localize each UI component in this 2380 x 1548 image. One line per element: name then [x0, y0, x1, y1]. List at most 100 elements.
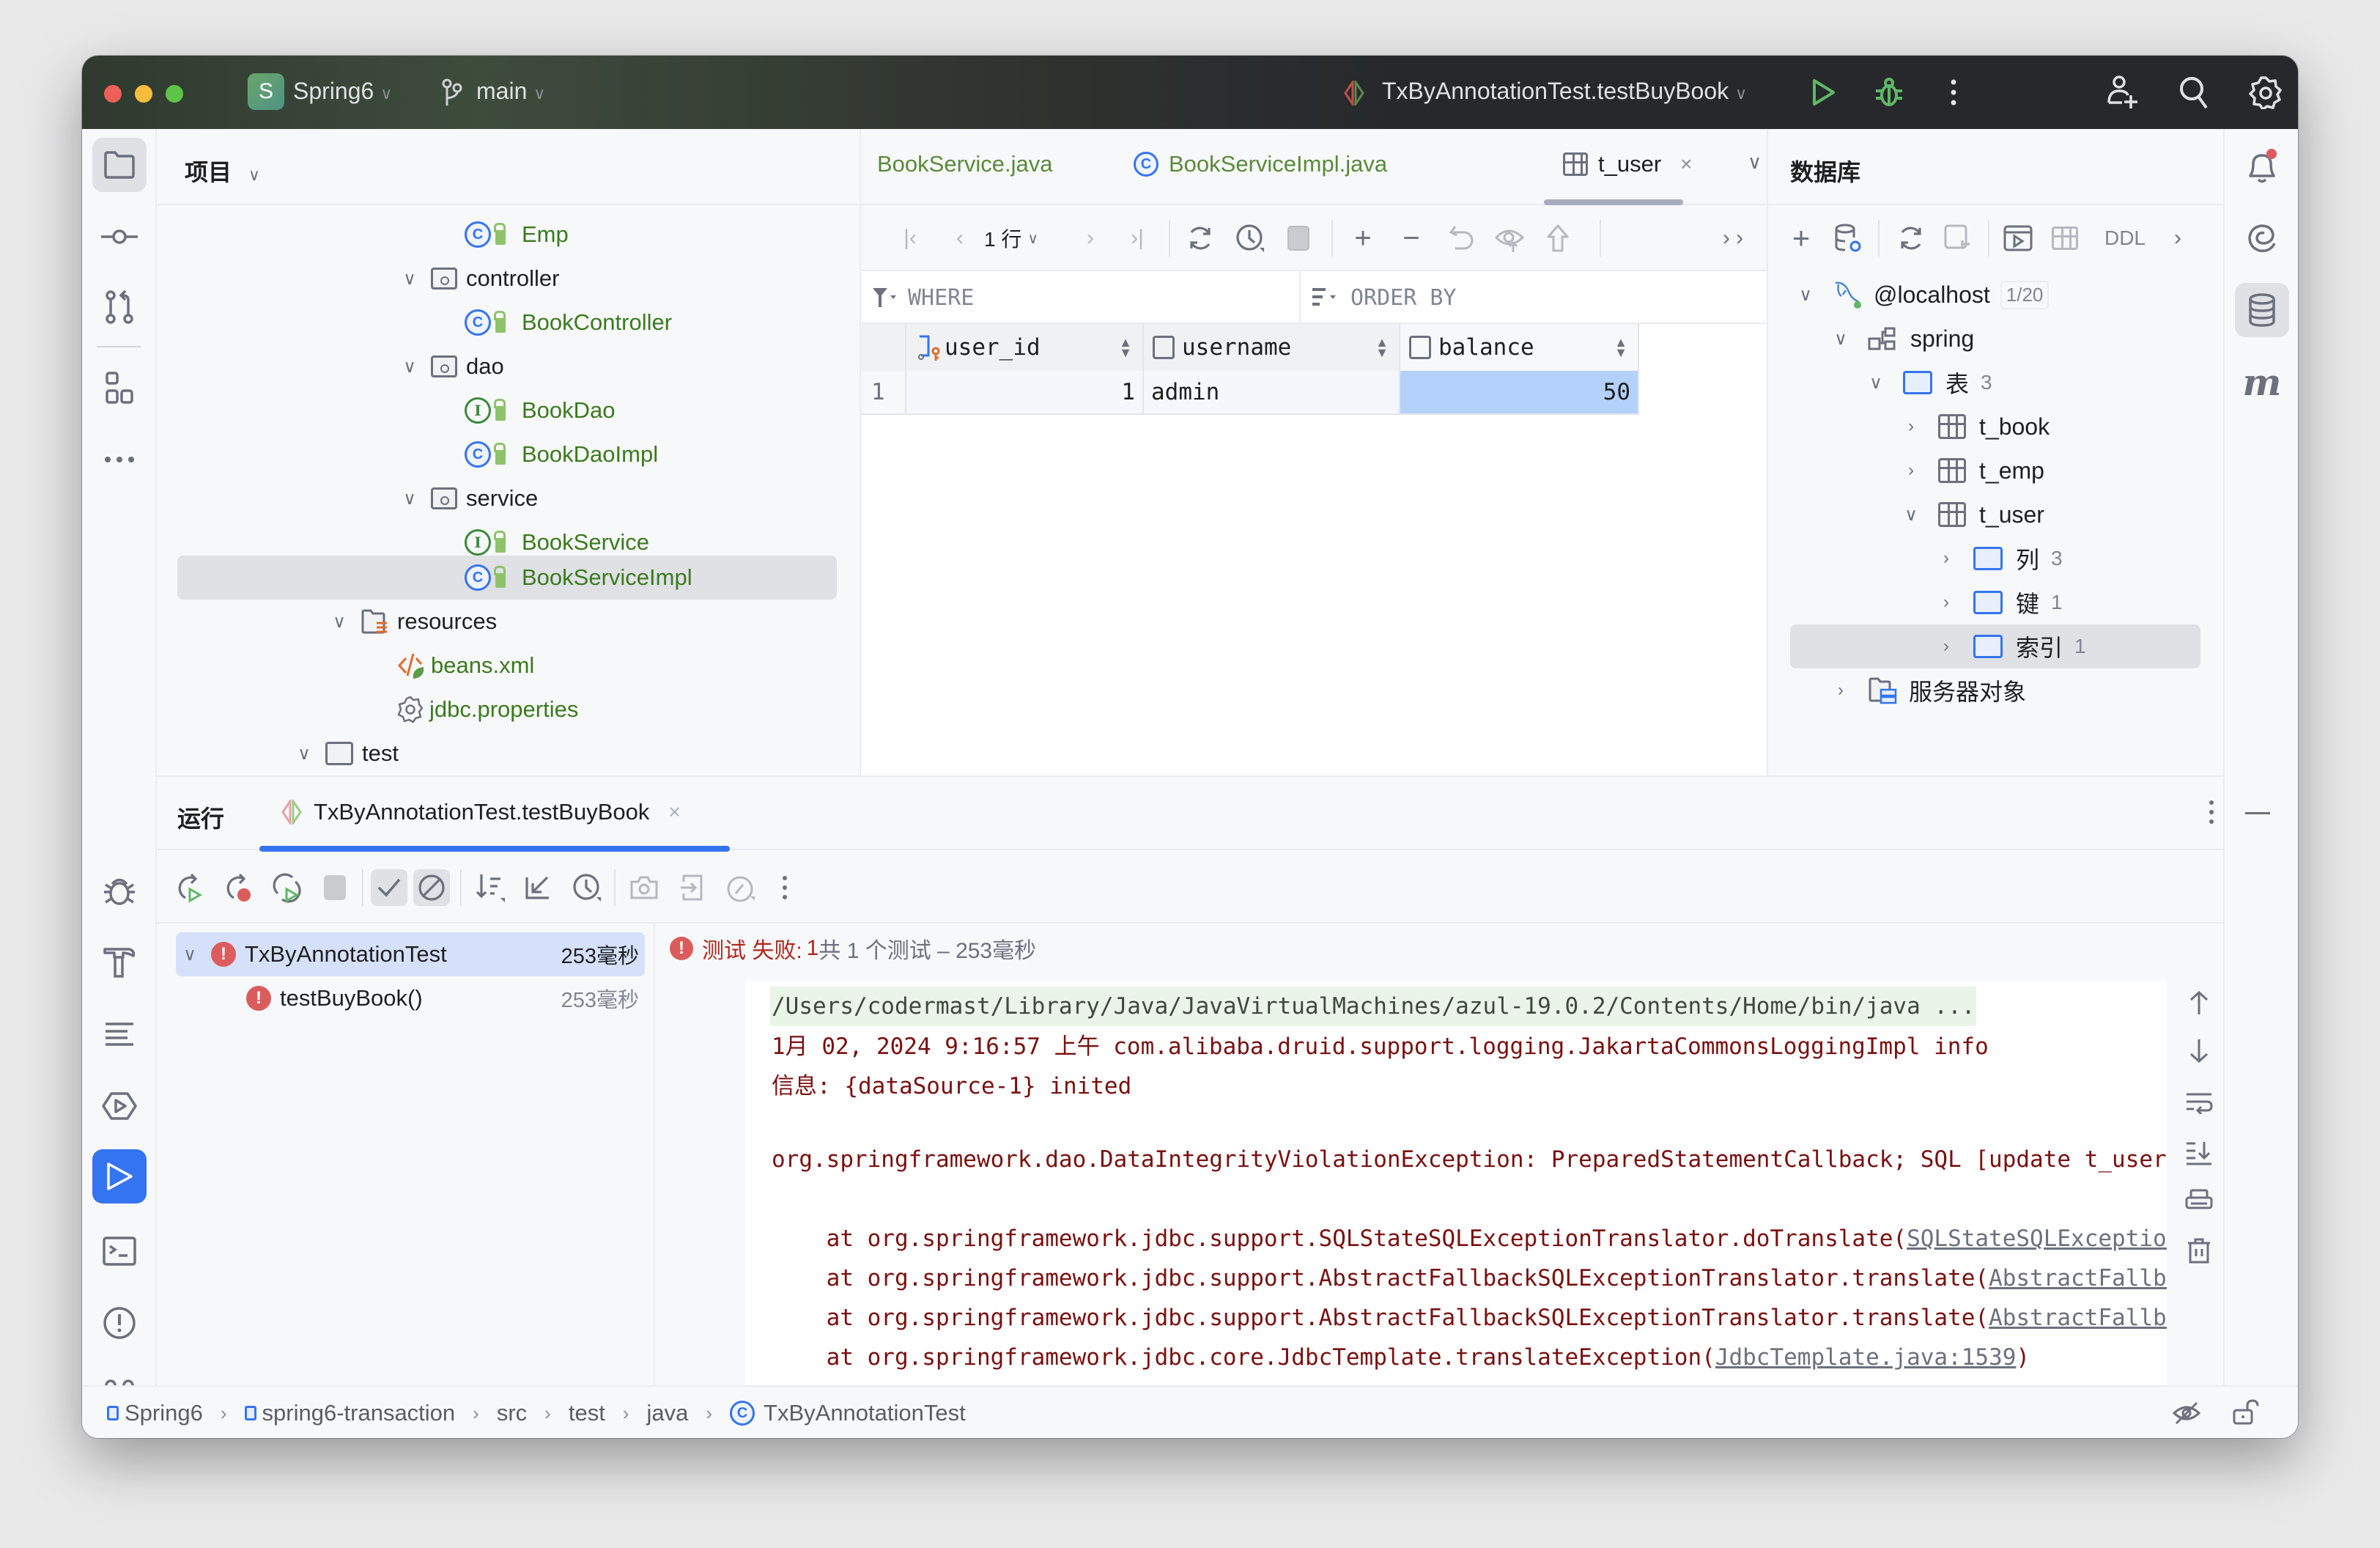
clear-console-button[interactable]	[2187, 1237, 2211, 1265]
chevron-down-icon[interactable]: ∨	[1865, 372, 1887, 394]
breadcrumb-item[interactable]: test	[569, 1400, 605, 1426]
chevron-down-icon[interactable]: ∨	[1830, 328, 1852, 350]
query-console-button[interactable]	[2001, 221, 2035, 255]
history-button[interactable]	[1233, 221, 1267, 255]
tree-item-jdbc-properties[interactable]: jdbc.properties	[397, 688, 578, 731]
sort-arrows-icon[interactable]: ▲ ▼	[1119, 336, 1132, 359]
first-page-button[interactable]: |‹	[893, 221, 927, 255]
debug-tool-button[interactable]	[92, 863, 147, 918]
tree-item-resources[interactable]: ∨ resources	[328, 600, 497, 644]
cell-balance[interactable]: 50	[1400, 371, 1639, 415]
database-tool-button[interactable]	[2235, 283, 2289, 337]
row-count-selector[interactable]: 1 行 ∨	[984, 221, 1065, 255]
debug-button[interactable]	[1870, 73, 1908, 111]
chevron-right-icon[interactable]: ›	[1900, 416, 1922, 437]
refresh-button[interactable]	[1894, 221, 1928, 255]
services-tool-button[interactable]	[92, 1079, 147, 1133]
db-tree-tables-folder[interactable]: ∨ 表 3	[1865, 361, 1992, 405]
datasource-properties-button[interactable]	[1831, 221, 1865, 255]
column-header-balance[interactable]: balance ▲ ▼	[1400, 324, 1639, 371]
close-tab-icon[interactable]: ×	[668, 800, 680, 824]
print-button[interactable]	[2185, 1189, 2213, 1214]
build-tool-button[interactable]	[92, 935, 147, 989]
new-datasource-button[interactable]: +	[1784, 221, 1818, 255]
chevron-down-icon[interactable]: ∨	[1795, 284, 1817, 306]
project-panel-title[interactable]: 项目 ∨	[185, 154, 260, 188]
db-tree-columns-folder[interactable]: › 列 3	[1935, 537, 2063, 580]
chevron-right-icon[interactable]: ›	[1900, 460, 1922, 481]
todo-tool-button[interactable]	[92, 1007, 147, 1061]
scroll-to-end-button[interactable]	[2185, 1140, 2213, 1165]
project-selector[interactable]: Spring6 ∨	[293, 78, 392, 105]
toolbar-overflow-button[interactable]: ›	[2161, 221, 2195, 255]
reload-button[interactable]	[1183, 221, 1217, 255]
run-tool-button[interactable]	[92, 1149, 147, 1204]
db-tree-indexes-folder[interactable]: › 索引 1	[1935, 624, 2086, 668]
tab-bookserviceimpl-java[interactable]: C BookServiceImpl.java	[1134, 151, 1387, 177]
add-user-button[interactable]	[2103, 73, 2141, 111]
tree-item-test[interactable]: ∨ test	[293, 731, 399, 775]
db-tree-localhost[interactable]: ∨ @localhost 1/20	[1795, 273, 2050, 317]
minimize-panel-button[interactable]	[2245, 812, 2270, 814]
open-table-button[interactable]	[2048, 221, 2082, 255]
cell-username[interactable]: admin	[1144, 371, 1400, 415]
run-panel-more-button[interactable]	[2209, 799, 2214, 825]
db-tree-server-objects[interactable]: › 服务器对象	[1830, 668, 2026, 712]
delete-row-button[interactable]: −	[1394, 221, 1428, 255]
db-tree-spring[interactable]: ∨ spring	[1830, 317, 1974, 361]
where-filter-input[interactable]: WHERE	[871, 271, 1301, 324]
run-toolbar-more-button[interactable]	[766, 869, 803, 906]
last-page-button[interactable]: ›|	[1120, 221, 1154, 255]
breadcrumb-item[interactable]: C TxByAnnotationTest	[730, 1400, 966, 1426]
tabs-dropdown-button[interactable]: ∨	[1748, 151, 1762, 174]
more-actions-button[interactable]	[1934, 73, 1973, 111]
tree-item-bookserviceimpl[interactable]: C BookServiceImpl	[465, 556, 692, 600]
sort-by-duration-button[interactable]	[569, 869, 605, 906]
source-link[interactable]: JdbcTemplate.java:1539	[1715, 1344, 2017, 1371]
sort-arrows-icon[interactable]: ▲ ▼	[1614, 336, 1627, 359]
submit-button[interactable]	[1541, 221, 1575, 255]
order-by-input[interactable]: ORDER BY	[1311, 271, 1751, 324]
scroll-down-button[interactable]	[2188, 1038, 2210, 1064]
stop-button[interactable]	[1282, 221, 1315, 255]
rerun-failed-button[interactable]	[220, 869, 256, 906]
show-passed-button[interactable]	[371, 869, 407, 906]
breadcrumb-item[interactable]: spring6-transaction	[244, 1400, 455, 1426]
coverage-button[interactable]	[722, 869, 759, 906]
chevron-right-icon[interactable]: ›	[1830, 680, 1852, 701]
structure-tool-button[interactable]	[92, 361, 147, 415]
breadcrumb-item[interactable]: Spring6	[107, 1400, 203, 1426]
search-button[interactable]	[2175, 73, 2213, 111]
minimize-window-button[interactable]	[135, 85, 152, 103]
toolbar-overflow-button[interactable]: › ›	[1711, 221, 1755, 255]
commit-tool-button[interactable]	[92, 210, 147, 264]
pull-requests-tool-button[interactable]	[92, 280, 147, 334]
run-tab[interactable]: TxByAnnotationTest.testBuyBook ×	[278, 799, 681, 825]
source-link[interactable]: SQLStateSQLExceptionT	[1907, 1226, 2167, 1252]
column-header-user-id[interactable]: user_id ▲ ▼	[906, 324, 1144, 371]
chevron-down-icon[interactable]: ∨	[1900, 504, 1922, 526]
inspections-button[interactable]	[2172, 1400, 2201, 1426]
close-window-button[interactable]	[104, 85, 122, 103]
test-suite-row[interactable]: ∨ ! TxByAnnotationTest 253毫秒	[179, 932, 645, 976]
prev-page-button[interactable]: ‹	[943, 221, 977, 255]
disconnect-button[interactable]	[1941, 221, 1975, 255]
settings-button[interactable]	[2247, 73, 2285, 111]
chevron-right-icon[interactable]: ›	[1935, 548, 1957, 569]
problems-tool-button[interactable]	[92, 1296, 147, 1350]
chevron-down-icon[interactable]: ∨	[293, 743, 315, 764]
db-tree-t-book[interactable]: › t_book	[1900, 405, 2050, 449]
ai-assistant-button[interactable]	[2235, 211, 2289, 265]
column-header-username[interactable]: username ▲ ▼	[1144, 324, 1400, 371]
db-tree-t-emp[interactable]: › t_emp	[1900, 449, 2044, 493]
run-config-selector[interactable]: TxByAnnotationTest.testBuyBook ∨	[1382, 78, 1747, 105]
project-tool-button[interactable]	[92, 138, 147, 192]
chevron-down-icon[interactable]: ∨	[399, 356, 421, 377]
run-button[interactable]	[1804, 73, 1842, 111]
maven-tool-button[interactable]: m	[2235, 355, 2289, 409]
console-output[interactable]: /Users/codermast/Library/Java/JavaVirtua…	[745, 981, 2167, 1387]
ddl-button[interactable]: DDL	[2099, 221, 2151, 255]
terminal-tool-button[interactable]	[92, 1224, 147, 1278]
breadcrumb-item[interactable]: java	[646, 1400, 688, 1426]
revert-button[interactable]	[1444, 221, 1478, 255]
